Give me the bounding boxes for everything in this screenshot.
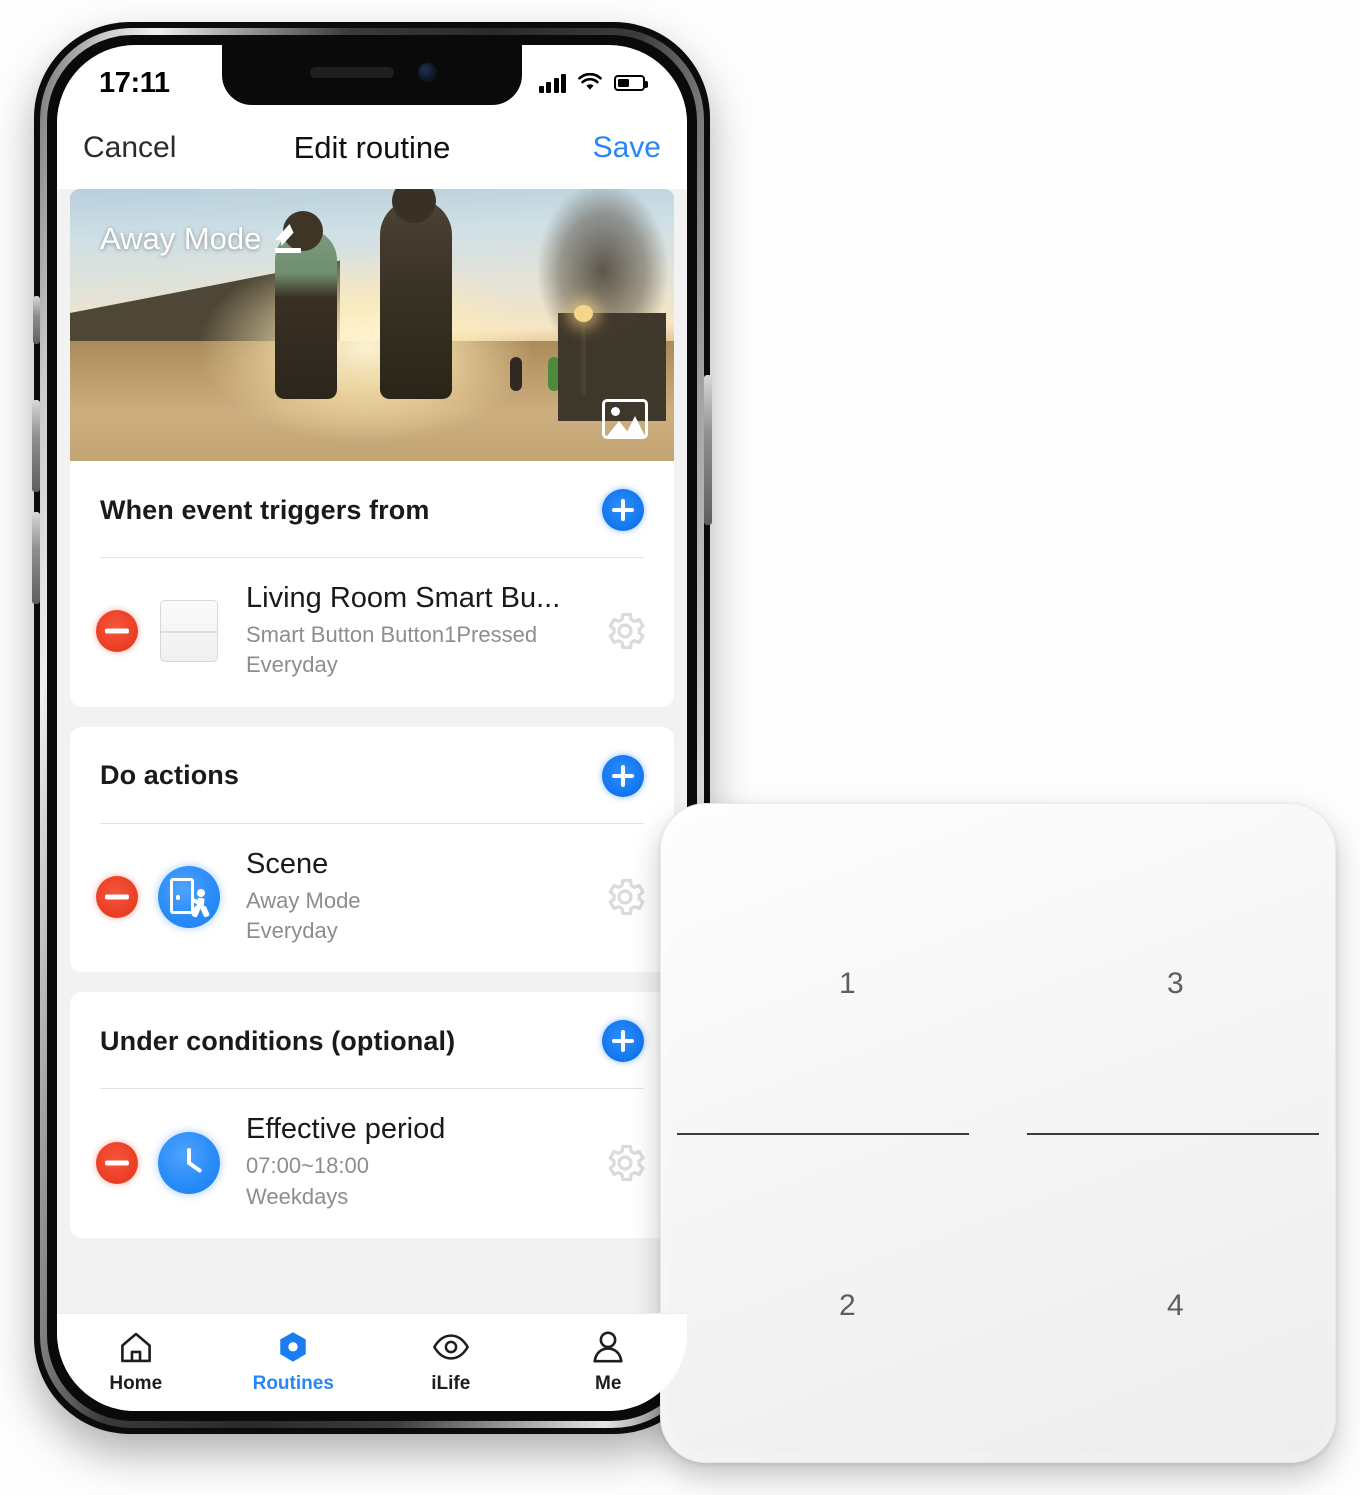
routine-name-row[interactable]: Away Mode: [100, 221, 303, 257]
eye-icon: [432, 1330, 470, 1364]
action-row[interactable]: Scene Away Mode Everyday: [70, 824, 674, 973]
screenshot-canvas: 17:11 Cancel Edit routine Save Away Mode…: [0, 0, 1360, 1495]
status-indicators: [538, 73, 648, 93]
section-card-actions: Do actions Scene Away Mode Everyday: [70, 726, 674, 973]
front-camera: [418, 63, 437, 82]
trigger-schedule: Everyday: [246, 652, 338, 678]
earpiece-speaker: [310, 67, 394, 78]
wifi-icon: [578, 73, 602, 90]
tab-routines[interactable]: Routines: [215, 1330, 373, 1395]
section-title: Under conditions (optional): [100, 1025, 456, 1056]
bottom-tab-bar: Home Routines iLife Me: [57, 1313, 687, 1411]
tab-me[interactable]: Me: [530, 1330, 688, 1395]
remove-condition-button[interactable]: [96, 1141, 138, 1184]
section-title: Do actions: [100, 760, 240, 791]
photo-picker-icon[interactable]: [602, 399, 648, 439]
navigation-bar: Cancel Edit routine Save: [57, 107, 687, 189]
switch-button-3[interactable]: 3: [1167, 967, 1184, 1001]
add-condition-button[interactable]: [602, 1020, 644, 1063]
section-header: Under conditions (optional): [70, 992, 674, 1088]
clock-minute-hand: [187, 1161, 203, 1174]
gear-icon[interactable]: [602, 874, 648, 920]
action-detail: Away Mode: [246, 887, 361, 913]
section-header: When event triggers from: [70, 461, 674, 557]
person-icon: [589, 1330, 627, 1364]
tab-home[interactable]: Home: [57, 1330, 215, 1395]
section-card-conditions: Under conditions (optional) Effective pe…: [70, 992, 674, 1239]
photo-sun-shape: [611, 407, 620, 416]
condition-type: Effective period: [246, 1113, 446, 1146]
photo-mountain-shape-2: [625, 416, 645, 436]
phone-notch: [222, 45, 522, 105]
cellular-signal-icon: [538, 73, 566, 93]
cover-far-runner-1: [510, 357, 522, 391]
phone-power-button[interactable]: [704, 375, 712, 525]
gear-icon[interactable]: [602, 1140, 648, 1186]
tab-label: Home: [109, 1373, 163, 1394]
hexagon-routines-icon: [274, 1330, 312, 1364]
row-text: Scene Away Mode Everyday: [246, 848, 596, 947]
action-type: Scene: [246, 847, 329, 880]
section-header: Do actions: [70, 727, 674, 823]
add-trigger-button[interactable]: [602, 489, 644, 531]
switch-faceplate: 1 3 2 4: [669, 812, 1327, 1454]
clock-icon: [158, 1131, 220, 1194]
routine-editor-body: Away Mode When event triggers from Livin…: [57, 189, 687, 1313]
cover-sun-glow: [200, 251, 531, 442]
cover-tree: [538, 189, 668, 343]
tab-ilife[interactable]: iLife: [372, 1330, 530, 1395]
row-icon-slot: [150, 600, 228, 663]
switch-button-1[interactable]: 1: [839, 967, 856, 1001]
condition-days: Weekdays: [246, 1183, 349, 1209]
status-time: 17:11: [99, 66, 170, 99]
routine-name-text: Away Mode: [100, 221, 262, 256]
routine-cover-image[interactable]: Away Mode: [70, 189, 674, 461]
tab-label: iLife: [431, 1373, 471, 1394]
section-title: When event triggers from: [100, 494, 430, 525]
condition-row[interactable]: Effective period 07:00~18:00 Weekdays: [70, 1089, 674, 1238]
cover-street-lamp: [574, 305, 593, 395]
home-icon: [117, 1330, 155, 1364]
add-action-button[interactable]: [602, 754, 644, 797]
smart-switch-4-button: 1 3 2 4: [660, 803, 1336, 1463]
tab-label: Routines: [252, 1373, 334, 1394]
row-icon-slot: [150, 1131, 228, 1194]
trigger-device-name: Living Room Smart Bu...: [246, 582, 561, 614]
gear-icon[interactable]: [602, 608, 648, 654]
switch-button-2[interactable]: 2: [839, 1289, 856, 1323]
trigger-row[interactable]: Living Room Smart Bu... Smart Button But…: [70, 558, 674, 707]
battery-icon: [614, 75, 648, 91]
cover-runner-right: [380, 189, 452, 399]
row-text: Living Room Smart Bu... Smart Button But…: [246, 582, 596, 681]
switch-divider-right: [1027, 1133, 1319, 1135]
switch-divider-left: [677, 1133, 969, 1135]
condition-time-range: 07:00~18:00: [246, 1153, 369, 1179]
pencil-icon[interactable]: [273, 224, 303, 254]
scene-exit-door-icon: [158, 866, 220, 929]
phone-mute-switch[interactable]: [33, 296, 40, 344]
smart-switch-icon: [160, 600, 218, 663]
phone-volume-down-button[interactable]: [32, 512, 40, 604]
phone-volume-up-button[interactable]: [32, 400, 40, 492]
remove-action-button[interactable]: [96, 876, 138, 919]
save-button[interactable]: Save: [593, 131, 661, 165]
phone-screen: 17:11 Cancel Edit routine Save Away Mode…: [57, 45, 687, 1411]
row-text: Effective period 07:00~18:00 Weekdays: [246, 1113, 596, 1212]
running-person-shape: [190, 889, 211, 918]
trigger-detail: Smart Button Button1Pressed: [246, 622, 538, 647]
trigger-group: Away Mode When event triggers from Livin…: [57, 189, 687, 707]
remove-trigger-button[interactable]: [96, 610, 138, 653]
tab-label: Me: [595, 1373, 622, 1394]
switch-button-4[interactable]: 4: [1167, 1289, 1184, 1323]
action-schedule: Everyday: [246, 918, 338, 944]
row-icon-slot: [150, 866, 228, 929]
section-card-trigger: When event triggers from Living Room Sma…: [70, 461, 674, 707]
